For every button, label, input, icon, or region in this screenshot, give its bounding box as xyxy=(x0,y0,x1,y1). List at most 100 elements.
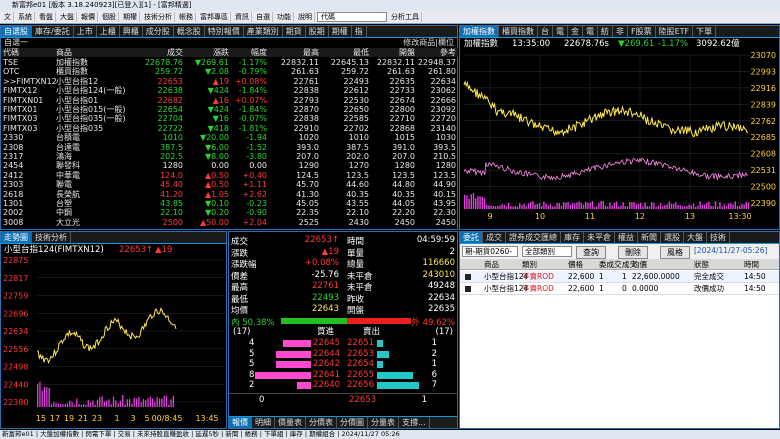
col-header[interactable]: 開盤 xyxy=(399,48,415,57)
book-bp[interactable]: 22645 xyxy=(313,338,340,348)
menu-item[interactable]: 文 xyxy=(2,12,14,22)
analysis-tool-menu[interactable]: 分析工具 xyxy=(389,12,422,22)
edit-columns-button[interactable]: 修改商品|欄位 xyxy=(403,38,454,48)
col-header[interactable]: 時間 xyxy=(744,259,759,270)
tab-wtabs-4[interactable]: 興櫃 xyxy=(120,26,143,37)
tab-otabs-2[interactable]: 證券成交匯總 xyxy=(506,232,561,243)
tab-itabs-10[interactable]: 下單 xyxy=(693,26,717,37)
tab-qtabs-4[interactable]: 分價圖 xyxy=(337,417,368,428)
menu-item[interactable]: 看盤 xyxy=(37,12,56,22)
col-header[interactable]: 價格 xyxy=(568,259,583,270)
menu-item[interactable]: 資訊 xyxy=(233,12,252,22)
table-row[interactable]: 2618 長榮航 41.20 ▲1.05 +2.62 41.30 40.35 40.35 40.… xyxy=(1,189,458,199)
tab-itabs-5[interactable]: 電 xyxy=(583,26,598,37)
col-header[interactable]: 類別 xyxy=(522,259,537,270)
watchlist-group[interactable]: 自選一 xyxy=(4,38,28,48)
book-aq[interactable]: 2 xyxy=(432,349,437,359)
tab-itabs-7[interactable]: 非 xyxy=(613,26,628,37)
tab-itabs-1[interactable]: 櫃買指數 xyxy=(499,26,538,37)
col-header[interactable]: 商品 xyxy=(56,48,72,57)
table-row[interactable]: 小型台指124 平賣ROD 22,600 1 1 22,600.0000 完全成交 14:50 xyxy=(460,271,779,283)
tab-otabs-9[interactable]: 技術 xyxy=(707,232,730,243)
tab-otabs-5[interactable]: 權益 xyxy=(615,232,638,243)
table-row[interactable]: 3008 大立光 2500 ▲50.00 +2.04 2525 2430 2450 2450 xyxy=(1,217,458,228)
col-header[interactable]: 參考 xyxy=(440,48,456,57)
query-button[interactable]: 查詢 xyxy=(576,246,606,259)
col-header[interactable]: 成交 xyxy=(167,48,183,57)
row-checkbox[interactable] xyxy=(465,274,471,280)
tab-wtabs-11[interactable]: 期權 xyxy=(329,26,352,37)
table-row[interactable]: TSE 加權指數 22678.76 ▼269.61 -1.17% 22832.11 2264… xyxy=(1,58,458,68)
table-row[interactable]: FIMTX12 小型台指124(一般) 22638 ▼424 -1.84% 22838 22… xyxy=(1,86,458,96)
tab-wtabs-10[interactable]: 股期 xyxy=(306,26,329,37)
tab-itabs-4[interactable]: 金 xyxy=(568,26,583,37)
tab-qtabs-6[interactable]: 支撐... xyxy=(399,417,430,428)
book-aq[interactable]: 1 xyxy=(432,338,437,348)
col-header[interactable]: 均價 xyxy=(632,259,647,270)
style-button[interactable]: 風格 xyxy=(660,246,690,259)
tab-otabs-1[interactable]: 成交 xyxy=(483,232,506,243)
book-bq[interactable]: 8 xyxy=(249,370,254,380)
menu-item[interactable]: 大盤 xyxy=(58,12,77,22)
tab-qtabs-2[interactable]: 價量表 xyxy=(275,417,306,428)
table-row[interactable]: 2454 聯發科 1280 0.00 0.00 1290 1270 1280 1280 xyxy=(1,161,458,171)
book-ap[interactable]: 22654 xyxy=(347,359,374,369)
row-checkbox[interactable] xyxy=(465,286,471,292)
tab-itabs-3[interactable]: 電 xyxy=(553,26,568,37)
tab-qtabs-1[interactable]: 明細 xyxy=(252,417,275,428)
tab-wtabs-0[interactable]: 自選股 xyxy=(1,26,32,37)
tab-wtabs-1[interactable]: 庫存/委託 xyxy=(32,26,74,37)
menu-item[interactable]: 功能 xyxy=(275,12,294,22)
table-row[interactable]: OTC 櫃買指數 259.72 ▼2.08 -0.79% 261.63 259.72 261.… xyxy=(1,67,458,77)
trend-chart-svg[interactable]: 22875 22817 22759 22696 22634 22556 22498 22440… xyxy=(1,257,226,428)
col-header[interactable]: 狀態 xyxy=(694,259,709,270)
col-header[interactable]: 商品 xyxy=(484,259,499,270)
col-header[interactable]: 最低 xyxy=(353,48,369,57)
table-row[interactable]: 2317 鴻海 202.5 ▼8.00 -3.80 207.0 202.0 207.0 210.… xyxy=(1,152,458,162)
col-header[interactable]: 幅度 xyxy=(251,48,267,57)
book-aq[interactable]: 7 xyxy=(432,380,437,390)
symbol-select[interactable]: 代碼 xyxy=(317,12,387,22)
tab-wtabs-6[interactable]: 概念股 xyxy=(174,26,205,37)
col-header[interactable]: 漲跌 xyxy=(213,48,229,57)
tab-itabs-8[interactable]: F股票 xyxy=(628,26,656,37)
tab-otabs-4[interactable]: 未平倉 xyxy=(584,232,615,243)
book-bp[interactable]: 22641 xyxy=(313,370,340,380)
category-select[interactable]: 全部類別 xyxy=(522,246,572,257)
book-aq[interactable]: 1 xyxy=(432,359,437,369)
tab-wtabs-5[interactable]: 成分股 xyxy=(143,26,174,37)
book-aq[interactable]: 6 xyxy=(432,370,437,380)
tab-itabs-9[interactable]: 陸股ETF xyxy=(656,26,694,37)
menu-item[interactable]: 系統 xyxy=(16,12,35,22)
tab-wtabs-8[interactable]: 產業類別 xyxy=(244,26,283,37)
tab-itabs-2[interactable]: 台 xyxy=(538,26,553,37)
tab-itabs-6[interactable]: 紡 xyxy=(598,26,613,37)
menu-item[interactable]: 報價 xyxy=(79,12,98,22)
tab-qtabs-3[interactable]: 分價表 xyxy=(306,417,337,428)
book-ap[interactable]: 22655 xyxy=(347,370,374,380)
tab-wtabs-7[interactable]: 特別報價 xyxy=(205,26,244,37)
table-row[interactable]: >>FIMTXN12 小型台指12 22653 ▲19 +0.08% 22761 22493… xyxy=(1,76,458,87)
book-bp[interactable]: 22642 xyxy=(313,359,340,369)
book-bq[interactable]: 5 xyxy=(249,359,254,369)
tab-qtabs-5[interactable]: 分量表 xyxy=(368,417,399,428)
col-header[interactable]: 最高 xyxy=(303,48,319,57)
tab-wtabs-3[interactable]: 上櫃 xyxy=(97,26,120,37)
table-row[interactable]: 1301 台塑 43.85 ▼0.10 -0.23 45.05 43.55 44.05 43.9… xyxy=(1,199,458,209)
tab-otabs-7[interactable]: 選股 xyxy=(661,232,684,243)
tab-otabs-0[interactable]: 委託 xyxy=(460,232,483,243)
menu-item[interactable]: 個股 xyxy=(100,12,119,22)
book-bp[interactable]: 22640 xyxy=(313,380,340,390)
account-select[interactable]: 期-期貨0260- xyxy=(462,246,518,257)
menu-item[interactable]: 說明 xyxy=(296,12,315,22)
table-row[interactable]: 2330 台積電 1010 ▼20.00 -1.94 1020 1010 1015 1030 xyxy=(1,133,458,143)
book-bq[interactable]: 5 xyxy=(249,349,254,359)
menu-item[interactable]: 技術分析 xyxy=(142,12,175,22)
table-row[interactable]: 2412 中華電 124.0 ▲0.50 +0.40 124.5 123.5 123.5 123… xyxy=(1,170,458,181)
tab-otabs-8[interactable]: 大盤 xyxy=(684,232,707,243)
table-row[interactable]: FIMTX03 小型台指035(一般) 22704 ▼16 -0.07% 22838 225… xyxy=(1,114,458,124)
tab-wtabs-9[interactable]: 期貨 xyxy=(283,26,306,37)
menu-item[interactable]: 自選 xyxy=(254,12,273,22)
menu-item[interactable]: 富邦專區 xyxy=(198,12,231,22)
book-bq[interactable]: 4 xyxy=(249,338,254,348)
